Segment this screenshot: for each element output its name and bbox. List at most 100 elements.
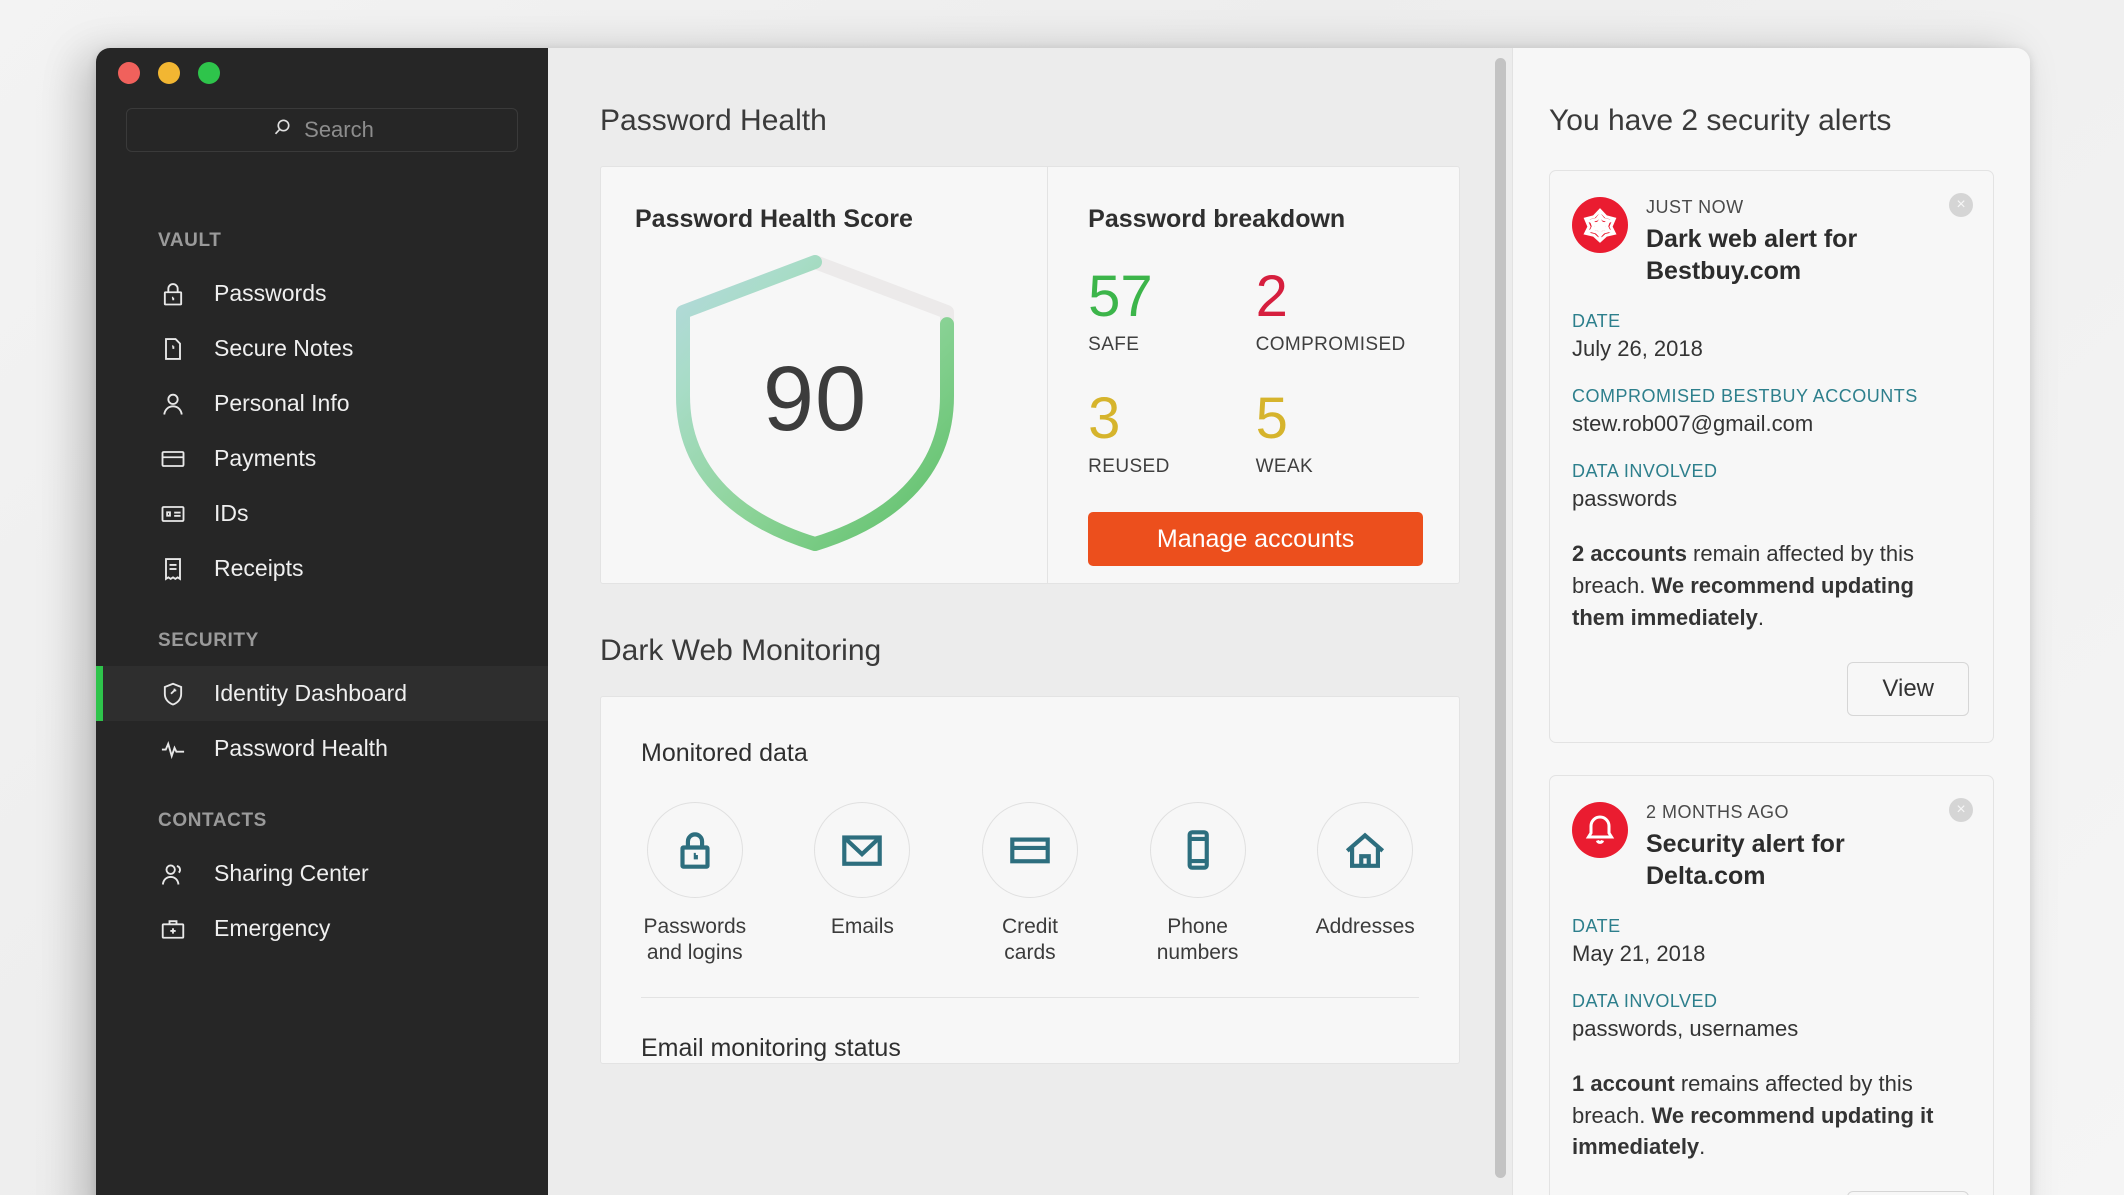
main-content: Password Health Password Health Score 90…: [548, 48, 1512, 1195]
breakdown-stats: 57 SAFE 2 COMPROMISED 3 REUSED 5 WEAK: [1088, 268, 1423, 478]
health-score-value: 90: [762, 347, 868, 450]
main-scrollbar[interactable]: [1495, 58, 1506, 1195]
shield-icon: [158, 679, 188, 709]
monitored-data-list: Passwords and logins Emails Credit cards: [641, 802, 1419, 967]
sidebar-item-receipts[interactable]: Receipts: [96, 541, 548, 596]
alert-field-label: DATE: [1572, 311, 1621, 331]
password-health-score-panel: Password Health Score 90: [601, 167, 1047, 583]
person-icon: [158, 389, 188, 419]
credit-card-icon: [158, 444, 188, 474]
sidebar-section-vault-label: VAULT: [158, 230, 222, 251]
view-button[interactable]: View: [1847, 1191, 1969, 1195]
stat-label: REUSED: [1088, 456, 1170, 477]
briefcase-plus-icon: [158, 914, 188, 944]
monitored-item-label: Phone numbers: [1156, 915, 1239, 965]
stat-label: SAFE: [1088, 334, 1140, 355]
credit-card-icon: [981, 802, 1078, 898]
sidebar-item-sharing-center[interactable]: Sharing Center: [96, 846, 548, 901]
monitored-item-label: Passwords and logins: [643, 915, 747, 965]
alert-field-label: DATA INVOLVED: [1572, 461, 1718, 481]
alert-timestamp: 2 MONTHS AGO: [1646, 801, 1790, 822]
alert-field-value: passwords, usernames: [1572, 1015, 1799, 1041]
sidebar-item-ids[interactable]: IDs: [96, 486, 548, 541]
stat-weak: 5 WEAK: [1256, 390, 1423, 478]
alert-field-label: DATA INVOLVED: [1572, 990, 1718, 1011]
dark-web-title: Dark Web Monitoring: [600, 634, 882, 667]
sidebar-item-label: Emergency: [214, 915, 331, 941]
monitored-item-label: Addresses: [1315, 915, 1415, 938]
sidebar-section-security-label: SECURITY: [158, 630, 259, 651]
receipt-icon: [158, 554, 188, 584]
sidebar-item-secure-notes[interactable]: Secure Notes: [96, 321, 548, 376]
sidebar-item-identity-dashboard[interactable]: Identity Dashboard: [96, 666, 548, 721]
score-title: Password Health Score: [635, 205, 913, 233]
sidebar-item-label: Personal Info: [214, 390, 350, 416]
sidebar-item-label: Sharing Center: [214, 860, 369, 886]
sidebar-item-password-health[interactable]: Password Health: [96, 721, 548, 776]
stat-value: 57: [1088, 264, 1153, 329]
page-title: Password Health: [600, 104, 827, 137]
monitored-item-credit-cards[interactable]: Credit cards: [976, 802, 1084, 967]
window-controls: [118, 62, 220, 84]
maximize-window-button[interactable]: [198, 62, 220, 84]
close-icon[interactable]: ×: [1949, 193, 1973, 217]
alerts-heading: You have 2 security alerts: [1549, 104, 1892, 137]
monitored-item-addresses[interactable]: Addresses: [1311, 802, 1419, 967]
sidebar-item-passwords[interactable]: Passwords: [96, 266, 548, 321]
scrollbar-thumb[interactable]: [1495, 58, 1506, 1178]
close-icon[interactable]: ×: [1949, 797, 1973, 822]
alert-title: Security alert for Delta.com: [1646, 829, 1845, 890]
search-placeholder: Search: [304, 117, 374, 142]
monitored-item-label: Credit cards: [1001, 915, 1058, 965]
sidebar-item-emergency[interactable]: Emergency: [96, 901, 548, 956]
desktop-background: Search VAULT Passwords Secure Notes Pers…: [0, 0, 2124, 1195]
sidebar-item-label: Identity Dashboard: [214, 680, 408, 706]
email-monitoring-status-title: Email monitoring status: [641, 1033, 901, 1062]
stat-label: COMPROMISED: [1255, 334, 1406, 355]
sidebar: Search VAULT Passwords Secure Notes Pers…: [96, 48, 548, 1195]
minimize-window-button[interactable]: [158, 62, 180, 84]
home-icon: [1317, 802, 1414, 898]
alert-field-value: stew.rob007@gmail.com: [1572, 411, 1814, 436]
sidebar-item-label: Payments: [214, 445, 317, 471]
note-icon: [158, 334, 188, 364]
dark-web-card: Monitored data Passwords and logins Emai…: [600, 696, 1460, 1064]
sidebar-item-label: IDs: [214, 500, 249, 526]
security-alerts-panel: You have 2 security alerts × JUST NOW Da…: [1512, 48, 2030, 1195]
stat-value: 3: [1088, 386, 1121, 451]
sidebar-item-label: Receipts: [214, 555, 304, 581]
health-score-gauge: 90: [665, 244, 965, 554]
sidebar-item-label: Password Health: [214, 735, 388, 761]
stat-safe: 57 SAFE: [1088, 268, 1255, 356]
phone-icon: [1149, 802, 1246, 898]
alert-card-delta: × 2 MONTHS AGO Security alert for Delta.…: [1549, 774, 1994, 1195]
app-window: Search VAULT Passwords Secure Notes Pers…: [96, 48, 2030, 1195]
lock-icon: [158, 279, 188, 309]
password-breakdown-panel: Password breakdown 57 SAFE 2 COMPROMISED…: [1047, 167, 1459, 583]
sidebar-nav: VAULT Passwords Secure Notes Personal In…: [96, 196, 548, 956]
monitored-item-emails[interactable]: Emails: [809, 802, 917, 967]
alert-summary-end: .: [1757, 604, 1764, 630]
alert-field-value: May 21, 2018: [1572, 940, 1706, 966]
monitored-item-passwords[interactable]: Passwords and logins: [641, 802, 749, 967]
alert-title: Dark web alert for Bestbuy.com: [1646, 225, 1858, 285]
alert-timestamp: JUST NOW: [1646, 197, 1744, 217]
password-health-card: Password Health Score 90 Password breakd…: [600, 166, 1460, 584]
monitored-item-phone-numbers[interactable]: Phone numbers: [1144, 802, 1252, 967]
sidebar-item-personal-info[interactable]: Personal Info: [96, 376, 548, 431]
sidebar-item-payments[interactable]: Payments: [96, 431, 548, 486]
monitored-data-title: Monitored data: [641, 739, 808, 767]
view-button[interactable]: View: [1847, 661, 1969, 716]
close-window-button[interactable]: [118, 62, 140, 84]
sidebar-section-contacts-label: CONTACTS: [158, 810, 267, 831]
stat-compromised: 2 COMPROMISED: [1256, 268, 1423, 356]
stat-label: WEAK: [1255, 456, 1314, 477]
bell-icon: [1572, 801, 1628, 858]
alert-summary-accounts: 1 account: [1572, 1070, 1675, 1096]
manage-accounts-button[interactable]: Manage accounts: [1088, 512, 1423, 566]
stat-value: 5: [1255, 386, 1288, 451]
search-input[interactable]: Search: [126, 108, 518, 152]
sidebar-item-label: Secure Notes: [214, 335, 354, 361]
alert-field-value: July 26, 2018: [1572, 336, 1703, 361]
alert-field-label: COMPROMISED BESTBUY ACCOUNTS: [1572, 386, 1918, 406]
